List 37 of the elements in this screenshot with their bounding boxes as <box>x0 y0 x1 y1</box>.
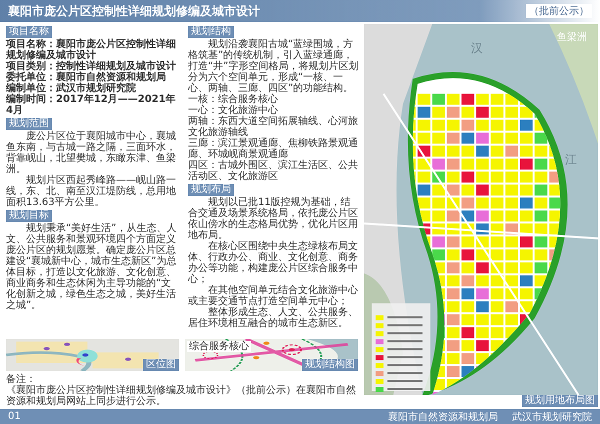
map-label: 综合服务核心 <box>187 341 251 352</box>
list-item: 一心：文化旅游中心 <box>188 105 278 116</box>
map-label: 汉 <box>471 40 484 55</box>
organization-name: 襄阳市自然资源和规划局 <box>388 410 498 424</box>
list-item: 一核：综合服务核心 <box>188 94 279 105</box>
list-item: 四区：古城外围区、滨江生活区、公共活动区、文化旅游区 <box>188 160 359 182</box>
list-item: 两轴：东西大道空间拓展轴线、心河旅文化旅游轴线 <box>188 116 359 138</box>
info-line: 编制时间：2017年12月——2021年4月 <box>6 94 177 116</box>
map-caption: 区位图 <box>143 359 179 371</box>
map-label: 江 <box>564 152 577 167</box>
section-heading: 规划结构 <box>188 26 234 38</box>
info-line: 项目名称：襄阳市庞公片区控制性详细规划修编及城市设计 <box>6 39 177 61</box>
status-label: （批前公示） <box>526 4 592 18</box>
paragraph: 规划片区西起秀峰路——岘山路一线，东、北、南至汉江堤防线，总用地面积13.63平方公里。 <box>6 175 177 208</box>
paragraph: 规划秉承“美好生活”，从生态、人文、公共服务和景观环境四个方面定义庞公片区的规划愿景。确定庞公片区总建设“襄城新中心，城市生态新区”为总体目标，打造以文化旅游、文化创意、商业商务和生态休闲为主导功能的“文化创新之城，绿色生态之城，美好生活之城”。 <box>6 223 177 311</box>
map-caption: 规划结构图 <box>302 359 358 371</box>
organization-name: 武汉市规划研究院 <box>512 410 592 424</box>
section-heading: 规划范围 <box>6 118 52 130</box>
section-heading: 规划目标 <box>6 210 52 222</box>
poster-title: 襄阳市庞公片区控制性详细规划修编及城市设计 <box>8 2 260 20</box>
section-heading: 规划布局 <box>188 184 234 196</box>
paragraph: 庞公片区位于襄阳城市中心，襄城鱼东南，与古城一路之隔，三面环水，背靠岘山，北望樊城，东瞰东津、鱼梁洲。 <box>6 131 177 175</box>
paragraph: 在其他空间单元结合文化旅游中心或主要交通节点打造空间单元中心； <box>188 285 359 307</box>
info-line: 项目类别：控制性详细规划及城市设计 <box>6 61 177 72</box>
map-caption: 规划用地布局图 <box>522 395 598 407</box>
list-item: 三廊：滨江景观通廊、焦柳铁路景观通廊、环城岘商景观通廊 <box>188 138 359 160</box>
info-line: 编制单位：武汉市规划研究院 <box>6 83 137 94</box>
paragraph: 整体形成生态、人文、公共服务、居住环境相互融合的城市生态新区。 <box>188 307 359 329</box>
paragraph: 规划沿袭襄阳古城“蓝绿围城，方格筑基”的传统机制，引入蓝绿通廊，打造“井”字形空间格局，将规划片区划分为六个空间单元，形成“一核、一心、两轴、三廊、四区”的功能结构。 <box>188 39 359 94</box>
map-label: 鱼梁洲 <box>557 32 587 43</box>
paragraph: 在核心区围绕中央生态绿核布局文体、行政办公、商业、文化创意、商务办公等功能，构建庞公片区综合服务中心； <box>188 241 359 285</box>
page-number: 01 <box>8 411 21 422</box>
notes-text: 《襄阳市庞公片区控制性详细规划修编及城市设计》（批前公示）在襄阳市自然资源和规划局网站上同步进行公示。 <box>6 385 357 407</box>
section-heading: 项目名称 <box>6 26 52 38</box>
notes-title: 备注： <box>6 374 36 385</box>
paragraph: 规划以已批11版控规为基础，结合交通及场景系统格局，依托庞公片区依山傍水的生态格局优势，优化片区用地布局。 <box>188 197 359 241</box>
info-line: 委托单位：襄阳市自然资源和规划局 <box>6 72 167 83</box>
